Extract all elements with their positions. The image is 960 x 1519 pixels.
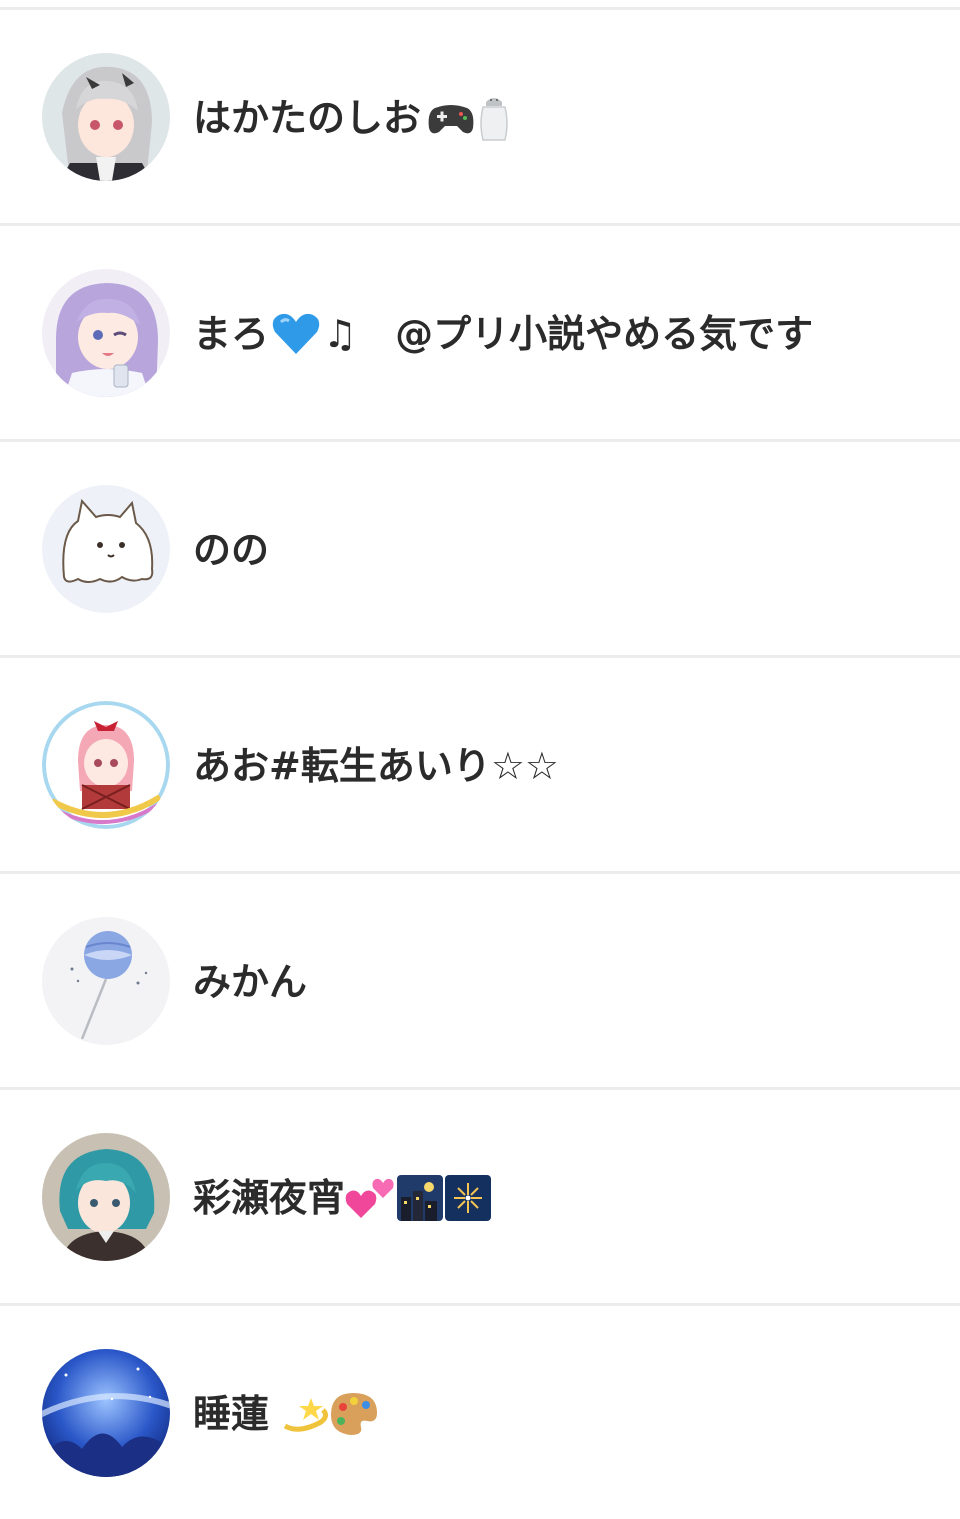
user-name-text: まろ <box>193 312 270 356</box>
purple-hair-girl-avatar-icon[interactable] <box>42 269 170 397</box>
salt-shaker-icon <box>477 94 511 142</box>
list-item[interactable]: みかん <box>0 874 960 1090</box>
list-item[interactable]: あお#転生あいり☆☆ <box>0 658 960 874</box>
user-name-text: みかん <box>193 960 308 1004</box>
list-item[interactable]: 睡蓮 <box>0 1306 960 1519</box>
white-cat-ghost-avatar-icon[interactable] <box>42 485 170 613</box>
list-item[interactable]: 彩瀬夜宵 <box>0 1090 960 1306</box>
fireworks-icon <box>445 1175 492 1221</box>
blue-heart-icon <box>271 312 321 356</box>
list-item[interactable]: まろ ♫ @プリ小説やめる気です <box>0 226 960 442</box>
user-name-text: はかたのしお <box>193 96 422 140</box>
user-name[interactable]: 睡蓮 <box>193 1386 379 1442</box>
user-list: はかたのしお まろ ♫ @プリ小説やめる気です のの あお#転生あいり☆☆ みか… <box>0 7 960 1519</box>
teal-hair-boy-avatar-icon[interactable] <box>42 1133 170 1261</box>
user-name[interactable]: まろ ♫ @プリ小説やめる気です <box>193 306 813 362</box>
blue-lollipop-avatar-icon[interactable] <box>42 917 170 1045</box>
user-name[interactable]: あお#転生あいり☆☆ <box>193 738 559 794</box>
user-name[interactable]: みかん <box>193 954 307 1010</box>
artist-palette-icon <box>329 1391 379 1437</box>
user-name-text: あお#転生あいり☆☆ <box>193 744 559 788</box>
user-name-text: 睡蓮 <box>193 1392 270 1436</box>
game-controller-icon <box>427 98 475 138</box>
user-name-suffix: ♫ @プリ小説やめる気です <box>323 312 814 356</box>
user-name[interactable]: 彩瀬夜宵 <box>193 1170 492 1226</box>
user-name-text: のの <box>193 528 270 572</box>
night-city-icon <box>397 1175 444 1221</box>
starry-night-avatar-icon[interactable] <box>42 1349 170 1477</box>
user-name[interactable]: のの <box>193 522 269 578</box>
dizzy-star-icon <box>281 1392 329 1436</box>
maid-girl-avatar-icon[interactable] <box>42 53 170 181</box>
list-item[interactable]: はかたのしお <box>0 10 960 226</box>
user-name[interactable]: はかたのしお <box>193 90 511 146</box>
two-hearts-icon <box>345 1176 395 1220</box>
list-item[interactable]: のの <box>0 442 960 658</box>
summer-tour-2023-avatar-icon[interactable] <box>42 701 170 829</box>
user-name-text: 彩瀬夜宵 <box>193 1176 346 1220</box>
